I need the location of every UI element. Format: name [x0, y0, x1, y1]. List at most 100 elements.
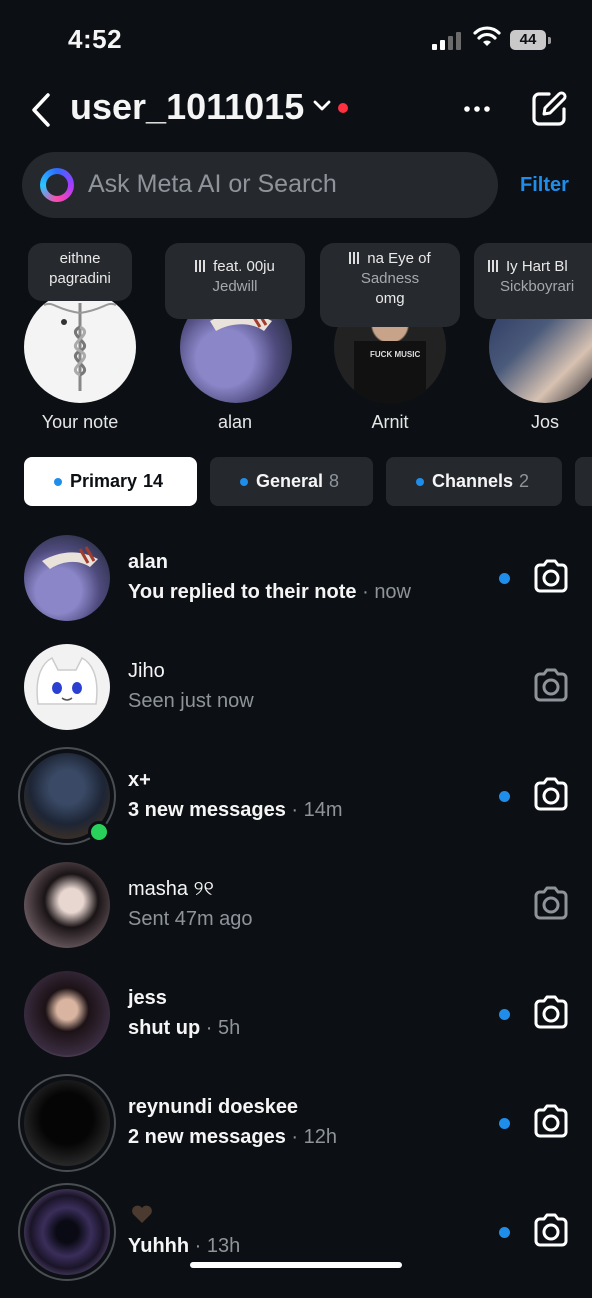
conversation-name: x+	[128, 769, 151, 791]
avatar[interactable]	[18, 1183, 116, 1281]
tab-count: 14	[143, 471, 164, 491]
caduceus-icon	[43, 303, 117, 391]
avatar[interactable]	[24, 971, 110, 1057]
note-text-line: eithne	[59, 250, 101, 267]
tab-label: Primary	[70, 471, 138, 491]
conversation-row[interactable]: masha ୨୧ Sent 47m ago	[0, 862, 592, 971]
note-song-title: feat. 00ju	[213, 258, 275, 275]
avatar[interactable]	[18, 1074, 116, 1172]
conversation-preview: Seen just now	[128, 690, 254, 712]
note-owner-name: Jos	[530, 412, 559, 432]
conversation-row[interactable]: x+ 3 new messages · 14m	[0, 747, 592, 862]
avatar[interactable]	[24, 535, 110, 621]
music-icon	[195, 260, 208, 272]
note-bubble[interactable]: na Eye of Sadness omg	[320, 243, 460, 327]
conversation-row[interactable]: reynundi doeskee 2 new messages · 12h	[0, 1074, 592, 1189]
note-bubble[interactable]: Iy Hart Bl Sickboyrari	[474, 243, 592, 319]
camera-icon[interactable]	[532, 1213, 570, 1247]
status-time: 4:52	[68, 24, 123, 54]
cat-avatar	[36, 656, 98, 705]
unread-dot	[499, 573, 510, 584]
conversation-row[interactable]: jess shut up · 5h	[0, 971, 592, 1080]
timestamp: · 14m	[285, 799, 343, 821]
timestamp: · 12h	[285, 1126, 338, 1148]
tab-general[interactable]: General 8	[210, 457, 373, 506]
timestamp-value: now	[374, 581, 412, 603]
conversation-name: Jiho	[128, 660, 165, 682]
conversation-row[interactable]: Yuhhh · 13h	[0, 1183, 592, 1298]
conversation-preview: You replied to their note · now	[128, 581, 411, 604]
tab-more[interactable]	[575, 457, 592, 506]
preview-text: 3 new messages	[128, 799, 286, 821]
timestamp: · now	[356, 581, 412, 603]
search-input[interactable]: Ask Meta AI or Search	[88, 170, 337, 199]
timestamp-value: 5h	[218, 1017, 241, 1039]
timestamp: · 5h	[200, 1017, 241, 1039]
conversation-preview: Yuhhh · 13h	[128, 1235, 240, 1258]
tab-primary[interactable]: Primary 14	[24, 457, 197, 506]
svg-text:FUCK MUSIC: FUCK MUSIC	[370, 350, 420, 359]
unread-dot	[54, 478, 62, 486]
more-options-icon[interactable]	[462, 92, 492, 126]
filter-button[interactable]: Filter	[520, 174, 569, 197]
conversation-row[interactable]: alan You replied to their note · now	[0, 535, 592, 644]
camera-icon[interactable]	[532, 777, 570, 811]
unread-dot	[240, 478, 248, 486]
heart-emoji-icon	[132, 1205, 152, 1223]
conversation-preview: Sent 47m ago	[128, 908, 253, 930]
conversation-name: alan	[128, 551, 169, 573]
music-icon	[488, 260, 500, 272]
notification-dot	[338, 103, 348, 113]
note-song-title: na Eye of	[367, 250, 431, 267]
home-indicator[interactable]	[190, 1262, 402, 1268]
tab-count: 8	[329, 471, 340, 491]
conversation-name: masha ୨୧	[128, 878, 214, 900]
unread-dot	[499, 1118, 510, 1129]
timestamp: · 13h	[189, 1235, 241, 1257]
conversation-row[interactable]: Jiho Seen just now	[0, 644, 592, 753]
meta-ai-icon	[40, 168, 74, 202]
music-icon	[349, 252, 362, 264]
note-song-artist: Sadness	[360, 270, 420, 287]
wifi-icon	[473, 26, 501, 46]
cellular-signal-icon	[432, 30, 464, 50]
note-owner-name: Arnit	[371, 412, 409, 432]
tab-label: General	[256, 471, 324, 491]
unread-dot	[499, 791, 510, 802]
chevron-down-icon[interactable]	[313, 100, 331, 112]
camera-icon[interactable]	[532, 668, 570, 702]
camera-icon[interactable]	[532, 1104, 570, 1138]
battery-icon: 44	[510, 30, 551, 50]
online-status-indicator	[88, 821, 110, 843]
camera-icon[interactable]	[532, 559, 570, 593]
preview-text: 2 new messages	[128, 1126, 286, 1148]
unread-dot	[416, 478, 424, 486]
compose-icon[interactable]	[530, 90, 568, 128]
tab-count: 2	[519, 471, 530, 491]
conversation-name: jess	[128, 987, 167, 1009]
avatar[interactable]	[24, 862, 110, 948]
avatar-art	[42, 546, 98, 569]
note-bubble[interactable]: eithne pagradini	[28, 243, 132, 301]
camera-icon[interactable]	[532, 886, 570, 920]
back-arrow-icon[interactable]	[30, 92, 52, 128]
preview-text: Yuhhh	[128, 1235, 190, 1257]
unread-dot	[499, 1009, 510, 1020]
preview-text: shut up	[128, 1017, 201, 1039]
avatar[interactable]	[24, 644, 110, 730]
search-bar[interactable]: Ask Meta AI or Search	[22, 152, 498, 218]
timestamp-value: 12h	[303, 1126, 338, 1148]
account-username[interactable]: user_1011015	[70, 86, 304, 128]
timestamp-value: 14m	[303, 799, 343, 821]
tab-label: Channels	[432, 471, 514, 491]
conversation-preview: 2 new messages · 12h	[128, 1126, 337, 1149]
tab-channels[interactable]: Channels 2	[386, 457, 562, 506]
note-song-title: Iy Hart Bl	[506, 258, 568, 275]
avatar[interactable]	[24, 291, 136, 403]
note-song-artist: Jedwill	[212, 278, 258, 295]
camera-icon[interactable]	[532, 995, 570, 1029]
note-text-line: omg	[375, 290, 405, 307]
note-bubble[interactable]: feat. 00ju Jedwill	[165, 243, 305, 319]
conversation-preview: 3 new messages · 14m	[128, 799, 343, 822]
status-bar: 4:52 44	[0, 0, 592, 80]
